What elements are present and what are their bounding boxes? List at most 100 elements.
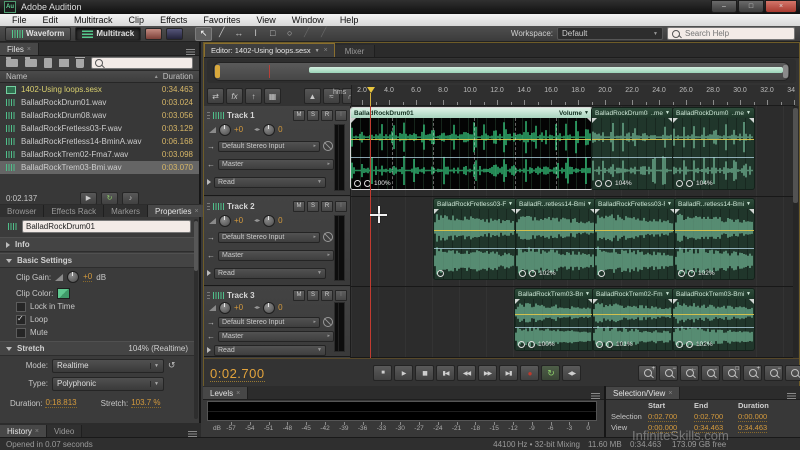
volume-envelope-line[interactable] xyxy=(675,230,754,231)
file-row[interactable]: BalladRockFretless03-F.wav0:03.129 xyxy=(0,122,199,135)
pan-envelope-line[interactable] xyxy=(675,248,754,249)
menu-file[interactable]: File xyxy=(4,15,35,25)
fade-in-handle[interactable] xyxy=(673,118,678,123)
automation-mode-select[interactable]: Read▼ xyxy=(214,268,326,279)
open-file-icon[interactable] xyxy=(6,59,18,67)
clip-header[interactable]: BalladR..retless14-BminA▼ xyxy=(516,199,595,209)
pan-envelope-line[interactable] xyxy=(515,327,593,328)
marquee-selection-tool[interactable]: □ xyxy=(265,27,280,39)
track-mute-button[interactable]: M xyxy=(293,290,305,301)
playhead-handle[interactable] xyxy=(367,87,375,93)
panel-menu-icon[interactable] xyxy=(591,392,600,399)
marker-icon[interactable]: ↑ xyxy=(245,88,262,104)
track-solo-button[interactable]: S xyxy=(307,110,319,121)
fade-in-handle[interactable] xyxy=(516,209,521,214)
fade-out-handle[interactable] xyxy=(749,209,754,214)
pan-envelope-line[interactable] xyxy=(593,327,673,328)
clip[interactable]: BalladRockDrum01..me▼104% xyxy=(673,108,754,189)
clip[interactable]: BalladR..retless14-BminA▼102% xyxy=(675,199,754,279)
volume-envelope-line[interactable] xyxy=(434,230,516,231)
fade-in-handle[interactable] xyxy=(434,209,439,214)
output-select[interactable]: Master▸ xyxy=(218,331,334,342)
clip-header[interactable]: BalladRockDrum01..me▼ xyxy=(673,108,754,118)
track-record-arm-button[interactable]: R xyxy=(321,201,333,212)
clip-name-input[interactable] xyxy=(22,220,191,233)
menu-view[interactable]: View xyxy=(248,15,283,25)
clip[interactable]: BalladRockTrem02-Fma7▼101% xyxy=(593,289,673,350)
fade-in-handle[interactable] xyxy=(673,299,678,304)
track-monitor-input-button[interactable]: I xyxy=(335,110,347,121)
time-selection-tool[interactable]: I xyxy=(248,27,263,39)
slip-tool[interactable]: ↔ xyxy=(231,27,246,39)
automation-mode-select[interactable]: Read▼ xyxy=(214,177,326,188)
volume-knob[interactable] xyxy=(219,302,231,314)
menu-favorites[interactable]: Favorites xyxy=(195,15,248,25)
menu-multitrack[interactable]: Multitrack xyxy=(66,15,121,25)
close-icon[interactable]: × xyxy=(27,46,31,53)
pan-envelope-line[interactable] xyxy=(516,248,595,249)
skip-to-start-button[interactable]: ▮◀ xyxy=(436,365,455,381)
track-monitor-input-button[interactable]: I xyxy=(335,201,347,212)
clip-header[interactable]: BalladRockTrem03-Bmi..▼ xyxy=(673,289,754,299)
tab-markers[interactable]: Markers xyxy=(104,205,148,217)
volume-knob[interactable] xyxy=(219,215,231,227)
playhead-time-display[interactable]: 0:02.700 xyxy=(210,366,265,382)
auto-play-button[interactable]: ♪ xyxy=(122,192,139,205)
stop-button[interactable]: ■ xyxy=(373,365,392,381)
volume-envelope-line[interactable] xyxy=(515,314,593,315)
file-row[interactable]: 1402-Using loops.sesx0:34.463 xyxy=(0,83,199,96)
maximize-button[interactable]: □ xyxy=(738,0,764,13)
play-button[interactable]: ▶ xyxy=(394,365,413,381)
fade-in-handle[interactable] xyxy=(595,209,600,214)
fade-in-handle[interactable] xyxy=(351,118,356,123)
skip-selection-button[interactable]: ◀▶ xyxy=(562,365,581,381)
volume-envelope-line[interactable] xyxy=(595,230,675,231)
track-mute-button[interactable]: M xyxy=(293,110,305,121)
pan-envelope-line[interactable] xyxy=(673,327,754,328)
output-select[interactable]: Master▸ xyxy=(218,159,334,170)
menu-effects[interactable]: Effects xyxy=(152,15,195,25)
close-icon[interactable]: × xyxy=(236,390,240,397)
track-lane[interactable]: BalladRockTrem03-Bmi..▼100%BalladRockTre… xyxy=(351,287,793,358)
navigator-left-handle[interactable] xyxy=(215,65,220,78)
selection-duration[interactable]: 0:00.000 xyxy=(738,412,767,422)
pan-envelope-line[interactable] xyxy=(592,157,673,158)
delete-icon[interactable] xyxy=(76,59,84,68)
files-search-box[interactable] xyxy=(91,57,193,69)
track-solo-button[interactable]: S xyxy=(307,290,319,301)
tracks-vertical-scrollbar[interactable] xyxy=(793,106,798,358)
pan-envelope-line[interactable] xyxy=(434,248,516,249)
skip-to-end-button[interactable]: ▶▮ xyxy=(499,365,518,381)
clip[interactable]: BalladRockDrum01Volume▼100% xyxy=(351,108,592,189)
spot-healing-tool[interactable]: ╱ xyxy=(316,27,331,39)
tab-history[interactable]: History× xyxy=(0,425,47,437)
basic-settings-section-header[interactable]: Basic Settings xyxy=(0,253,194,268)
tab-browser[interactable]: Browser xyxy=(0,205,44,217)
checkbox[interactable] xyxy=(16,328,26,338)
timeline-ruler[interactable]: 2.04.06.08.010.012.014.016.018.020.022.0… xyxy=(351,85,795,106)
volume-envelope-line[interactable] xyxy=(673,139,754,140)
tab-properties[interactable]: Properties× xyxy=(148,205,207,217)
metronome-icon[interactable]: ▦ xyxy=(264,88,281,104)
drag-handle-icon[interactable] xyxy=(207,291,210,299)
clip-header[interactable]: BalladRockFretless03-F▼ xyxy=(595,199,675,209)
help-search-input[interactable] xyxy=(683,28,777,39)
file-row[interactable]: BalladRockFretless14-BminA.wav0:06.168 xyxy=(0,135,199,148)
snap-marker-icon[interactable]: ▲ xyxy=(304,88,321,104)
zoom-out-vertical-button[interactable]: − xyxy=(764,365,783,381)
menu-clip[interactable]: Clip xyxy=(121,15,153,25)
volume-knob[interactable] xyxy=(219,124,231,136)
playhead-line[interactable] xyxy=(370,106,371,358)
files-column-header[interactable]: Name ▲ Duration xyxy=(0,71,199,83)
properties-scrollbar[interactable] xyxy=(194,219,198,419)
zoom-in-left-button[interactable]: ← xyxy=(680,365,699,381)
zoom-in-right-button[interactable]: → xyxy=(701,365,720,381)
volume-envelope-line[interactable] xyxy=(516,230,595,231)
pan-envelope-line[interactable] xyxy=(673,157,754,158)
panel-menu-icon[interactable] xyxy=(787,392,796,399)
checkbox[interactable] xyxy=(16,302,26,312)
info-section-header[interactable]: Info xyxy=(0,237,194,252)
clip-color-swatch[interactable] xyxy=(57,288,70,299)
zoom-in-vertical-button[interactable]: + xyxy=(743,365,762,381)
duration-value[interactable]: 0:18.813 xyxy=(45,398,76,408)
